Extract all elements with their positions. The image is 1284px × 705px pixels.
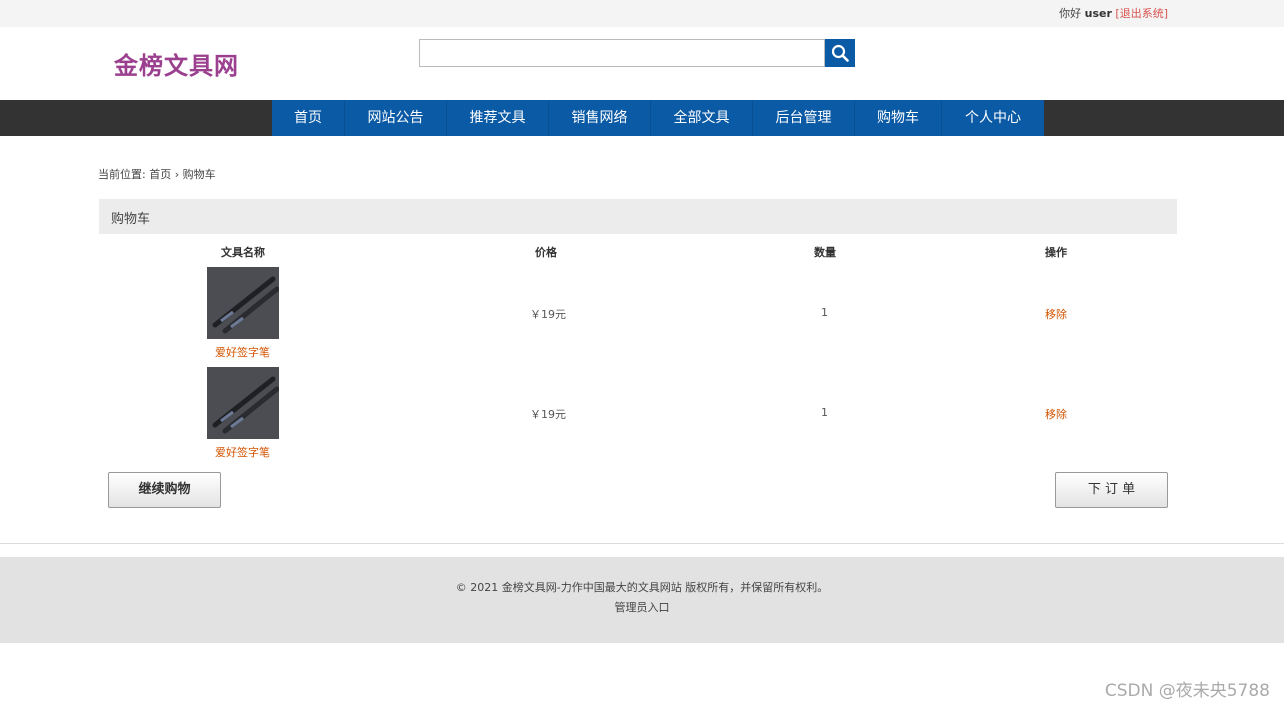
product-price: ￥19元: [530, 408, 566, 421]
breadcrumb-current: 购物车: [182, 168, 216, 181]
search-input[interactable]: [419, 39, 825, 67]
search-button[interactable]: [825, 39, 855, 67]
nav-item-sales-network[interactable]: 销售网络: [549, 100, 651, 136]
cart-title: 购物车: [111, 212, 151, 227]
search-icon: [831, 44, 849, 62]
cart-header: 购物车: [99, 199, 1177, 234]
place-order-button[interactable]: 下 订 单: [1055, 472, 1168, 508]
column-header-qty: 数量: [814, 246, 836, 259]
watermark: CSDN @夜未央5788: [1104, 681, 1270, 701]
user-greeting: 你好 user [退出系统]: [1059, 5, 1168, 21]
top-bar: 你好 user [退出系统]: [0, 0, 1284, 27]
breadcrumb-prefix: 当前位置:: [98, 168, 146, 181]
footer-copyright: © 2021 金榜文具网-力作中国最大的文具网站 版权所有，并保留所有权利。: [455, 581, 829, 594]
product-image[interactable]: [207, 267, 279, 339]
product-image[interactable]: [207, 367, 279, 439]
column-header-name: 文具名称: [221, 246, 265, 259]
site-logo[interactable]: 金榜文具网: [114, 46, 239, 81]
greeting-text: 你好: [1059, 7, 1082, 20]
remove-item-link[interactable]: 移除: [1045, 406, 1067, 422]
nav-item-all-products[interactable]: 全部文具: [651, 100, 753, 136]
breadcrumb-separator: ›: [174, 168, 180, 181]
product-name-link[interactable]: 爱好签字笔: [215, 344, 270, 360]
nav-item-home[interactable]: 首页: [272, 100, 345, 136]
breadcrumb: 当前位置: 首页 › 购物车: [98, 166, 216, 182]
continue-shopping-button[interactable]: 继续购物: [108, 472, 221, 508]
search-bar: [419, 39, 855, 67]
logout-link[interactable]: [退出系统]: [1115, 7, 1168, 20]
main-nav: 首页 网站公告 推荐文具 销售网络 全部文具 后台管理 购物车 个人中心: [0, 100, 1284, 136]
footer: © 2021 金榜文具网-力作中国最大的文具网站 版权所有，并保留所有权利。 管…: [0, 557, 1284, 643]
product-name-link[interactable]: 爱好签字笔: [215, 444, 270, 460]
product-quantity: 1: [821, 406, 828, 419]
username: user: [1084, 7, 1112, 20]
nav-item-admin[interactable]: 后台管理: [753, 100, 855, 136]
product-quantity: 1: [821, 306, 828, 319]
nav-item-profile[interactable]: 个人中心: [942, 100, 1044, 136]
divider: [0, 543, 1284, 544]
nav-item-cart[interactable]: 购物车: [855, 100, 942, 136]
nav-item-recommended[interactable]: 推荐文具: [447, 100, 549, 136]
remove-item-link[interactable]: 移除: [1045, 306, 1067, 322]
product-price: ￥19元: [530, 308, 566, 321]
column-header-price: 价格: [535, 246, 557, 259]
column-header-action: 操作: [1045, 246, 1067, 259]
breadcrumb-home[interactable]: 首页: [149, 168, 171, 181]
nav-item-announcements[interactable]: 网站公告: [345, 100, 447, 136]
admin-entry-link[interactable]: 管理员入口: [0, 599, 1284, 615]
